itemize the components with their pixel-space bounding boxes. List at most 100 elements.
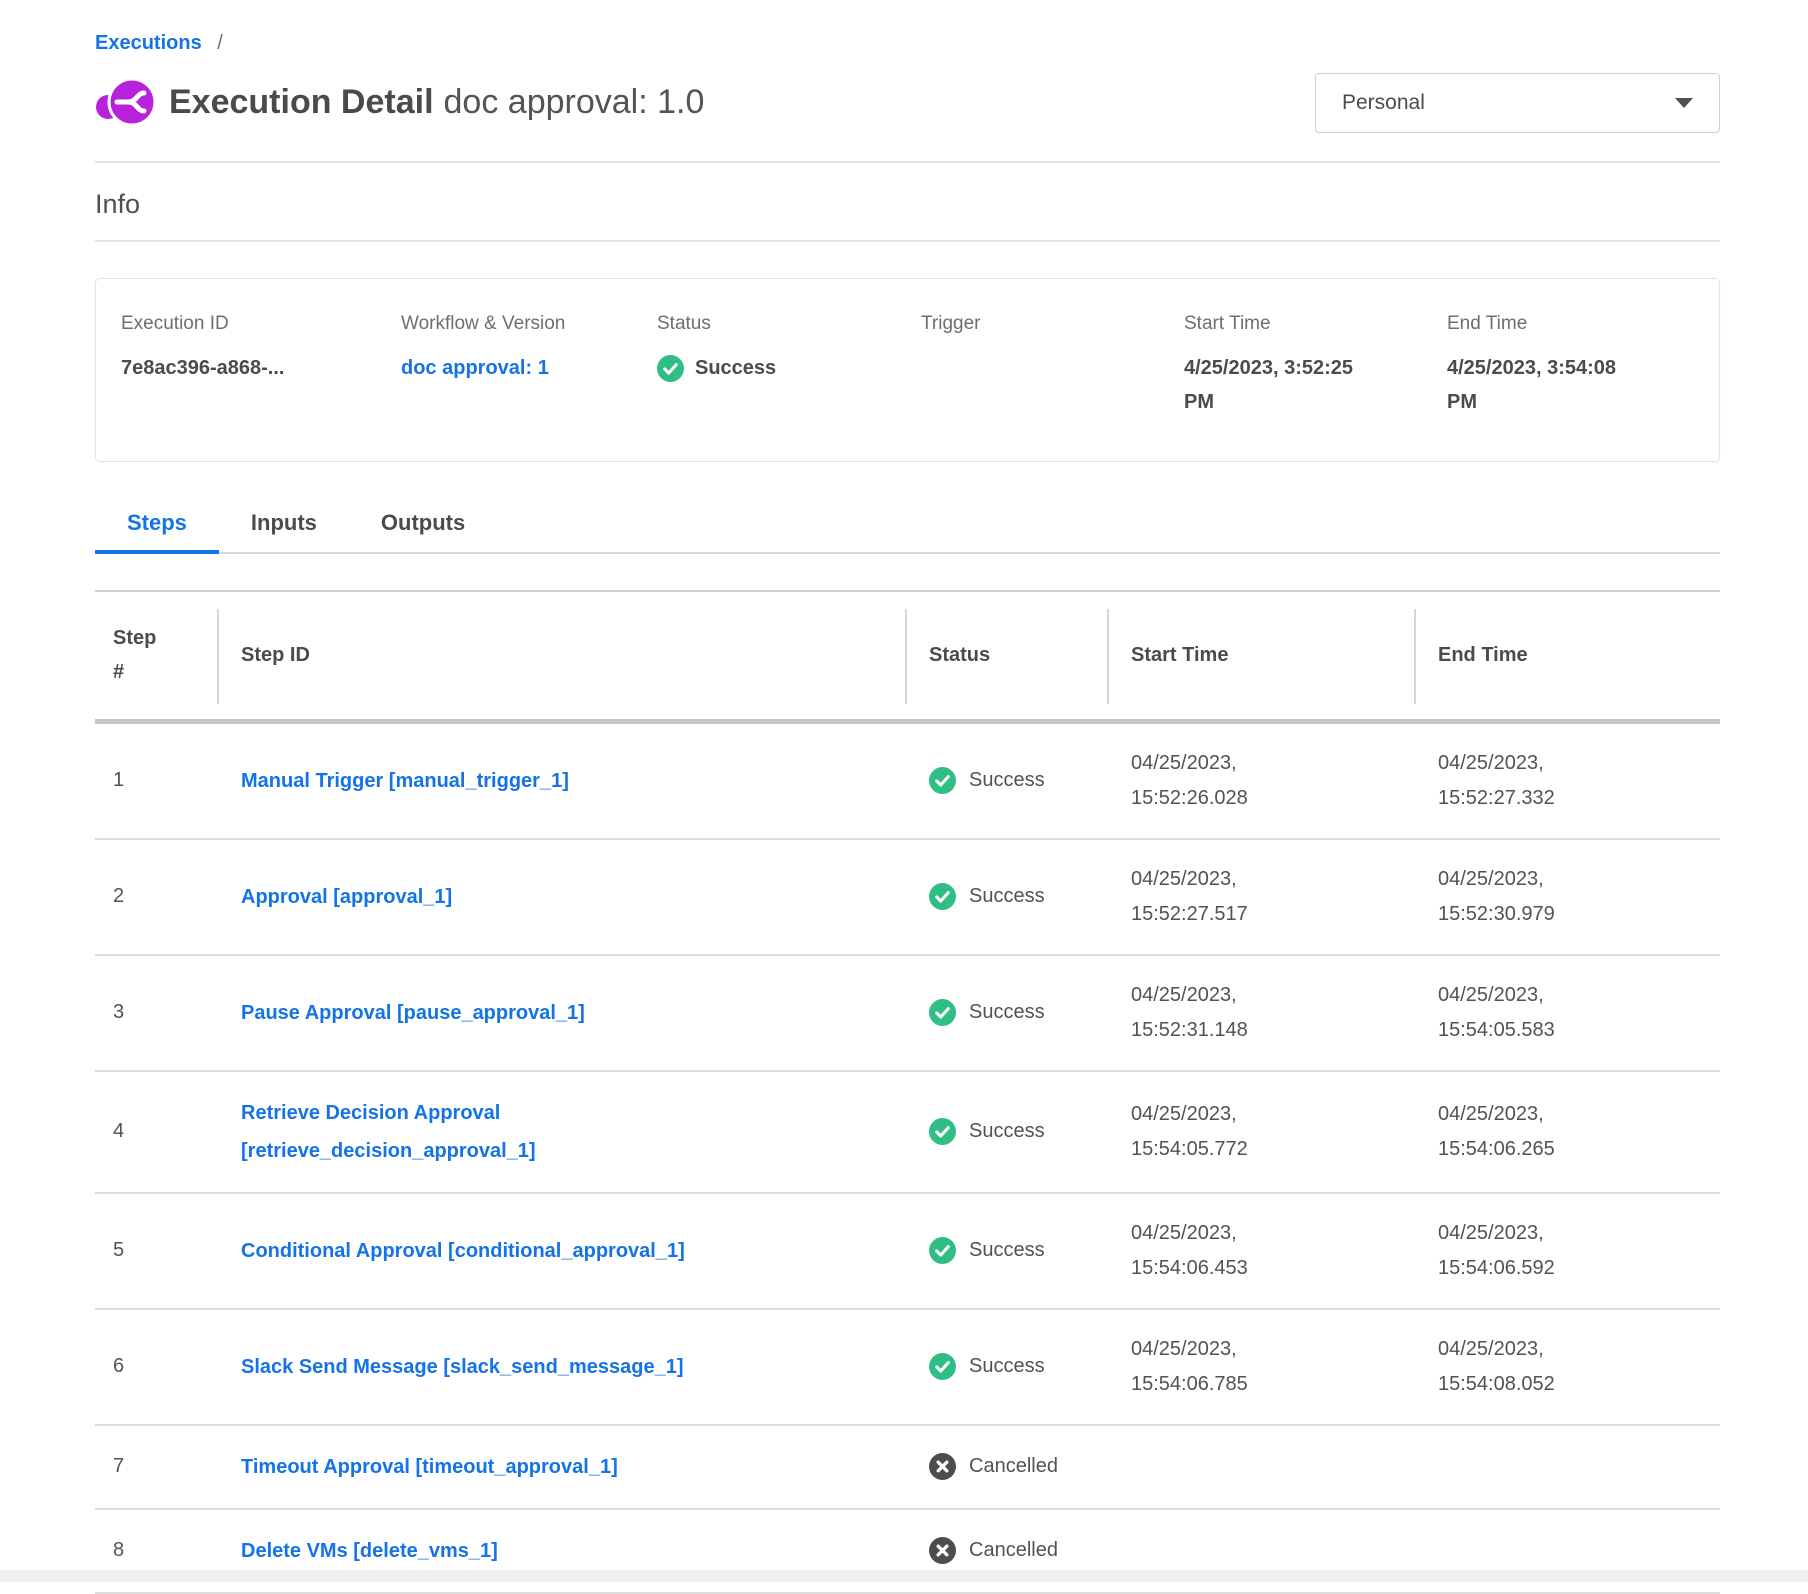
info-field-start-time: Start Time 4/25/2023, 3:52:25 PM [1184, 313, 1447, 419]
field-label: End Time [1447, 313, 1719, 335]
executions-breadcrumb-link[interactable]: Executions [95, 32, 202, 54]
workflow-version-link[interactable]: doc approval: 1 [401, 357, 549, 379]
end-time-cell: 04/25/2023, 15:52:27.332 [1414, 721, 1720, 839]
cancelled-icon [929, 1453, 956, 1480]
step-id-link[interactable]: Timeout Approval [timeout_approval_1] [241, 1448, 618, 1486]
info-field-status: Status Success [657, 313, 921, 419]
status-badge: Success [969, 1114, 1045, 1149]
tab-inputs[interactable]: Inputs [219, 510, 349, 552]
page-subtitle: doc approval: 1.0 [444, 83, 705, 121]
table-row: 7 Timeout Approval [timeout_approval_1] … [95, 1425, 1720, 1509]
page-title: Execution Detail [169, 83, 434, 121]
step-id-link[interactable]: Pause Approval [pause_approval_1] [241, 994, 585, 1032]
status-badge: Success [969, 995, 1045, 1030]
execution-detail-page: Executions / Execution Detail doc approva… [0, 0, 1808, 1594]
table-header-row: Step # Step ID Status Start Time End Tim… [95, 591, 1720, 721]
status-badge: Success [969, 879, 1045, 914]
step-number-cell: 2 [95, 839, 217, 955]
scope-dropdown-value: Personal [1342, 91, 1425, 115]
start-time-cell: 04/25/2023, 15:52:31.148 [1107, 955, 1414, 1071]
execution-id-value: 7e8ac396-a868-... [121, 351, 401, 385]
column-header-end-time: End Time [1414, 591, 1720, 721]
status-badge: Success [969, 1349, 1045, 1384]
step-id-link[interactable]: Retrieve Decision Approval [retrieve_dec… [241, 1094, 781, 1170]
end-time-cell: 04/25/2023, 15:54:08.052 [1414, 1309, 1720, 1425]
step-id-cell: Timeout Approval [timeout_approval_1] [217, 1425, 905, 1509]
step-id-link[interactable]: Conditional Approval [conditional_approv… [241, 1232, 685, 1270]
step-id-cell: Retrieve Decision Approval [retrieve_dec… [217, 1071, 905, 1193]
start-time-value: 4/25/2023, 3:52:25 PM [1184, 351, 1374, 419]
scope-dropdown[interactable]: Personal [1315, 73, 1720, 133]
step-id-link[interactable]: Approval [approval_1] [241, 878, 452, 916]
info-field-trigger: Trigger [921, 313, 1184, 419]
status-cell: Success [905, 1071, 1107, 1193]
table-row: 5 Conditional Approval [conditional_appr… [95, 1193, 1720, 1309]
end-time-cell: 04/25/2023, 15:54:05.583 [1414, 955, 1720, 1071]
status-cell: Success [905, 1193, 1107, 1309]
info-field-execution-id: Execution ID 7e8ac396-a868-... [121, 313, 401, 419]
success-icon [929, 1118, 956, 1145]
breadcrumb-separator: / [217, 32, 223, 54]
info-section-heading: Info [95, 189, 1720, 220]
status-badge: Success [969, 1233, 1045, 1268]
step-number-cell: 1 [95, 721, 217, 839]
status-cell: Success [905, 1309, 1107, 1425]
start-time-cell: 04/25/2023, 15:54:05.772 [1107, 1071, 1414, 1193]
start-time-cell: 04/25/2023, 15:52:27.517 [1107, 839, 1414, 955]
cancelled-icon [929, 1537, 956, 1564]
end-time-value: 4/25/2023, 3:54:08 PM [1447, 351, 1637, 419]
table-row: 4 Retrieve Decision Approval [retrieve_d… [95, 1071, 1720, 1193]
step-id-cell: Conditional Approval [conditional_approv… [217, 1193, 905, 1309]
step-id-link[interactable]: Manual Trigger [manual_trigger_1] [241, 762, 569, 800]
column-header-status: Status [905, 591, 1107, 721]
status-cell: Success [905, 721, 1107, 839]
success-icon [929, 1237, 956, 1264]
status-badge: Cancelled [969, 1449, 1058, 1484]
step-number-cell: 7 [95, 1425, 217, 1509]
table-row: 6 Slack Send Message [slack_send_message… [95, 1309, 1720, 1425]
step-id-link[interactable]: Slack Send Message [slack_send_message_1… [241, 1348, 683, 1386]
tab-steps[interactable]: Steps [95, 510, 219, 552]
status-cell: Success [905, 839, 1107, 955]
steps-table: Step # Step ID Status Start Time End Tim… [95, 590, 1720, 1594]
info-card: Execution ID 7e8ac396-a868-... Workflow … [95, 278, 1720, 462]
field-label: Workflow & Version [401, 313, 657, 335]
info-field-workflow-version: Workflow & Version doc approval: 1 [401, 313, 657, 419]
status-cell: Cancelled [905, 1425, 1107, 1509]
column-header-step-id: Step ID [217, 591, 905, 721]
step-id-cell: Pause Approval [pause_approval_1] [217, 955, 905, 1071]
info-divider [95, 240, 1720, 242]
tab-bar: Steps Inputs Outputs [95, 510, 1720, 554]
field-label: Status [657, 313, 921, 335]
step-number-cell: 5 [95, 1193, 217, 1309]
end-time-cell [1414, 1425, 1720, 1509]
breadcrumb: Executions / [95, 0, 1720, 55]
tab-outputs[interactable]: Outputs [349, 510, 497, 552]
title-row: Execution Detail doc approval: 1.0 Person… [95, 71, 1720, 135]
step-id-cell: Approval [approval_1] [217, 839, 905, 955]
field-label: Start Time [1184, 313, 1447, 335]
step-number-cell: 4 [95, 1071, 217, 1193]
success-icon [929, 767, 956, 794]
info-field-end-time: End Time 4/25/2023, 3:54:08 PM [1447, 313, 1719, 419]
start-time-cell: 04/25/2023, 15:54:06.785 [1107, 1309, 1414, 1425]
field-label: Trigger [921, 313, 1184, 335]
success-icon [929, 1353, 956, 1380]
table-row: 3 Pause Approval [pause_approval_1] Succ… [95, 955, 1720, 1071]
page-bottom-strip [0, 1570, 1808, 1582]
column-header-step-number: Step # [95, 591, 217, 721]
status-cell: Success [905, 955, 1107, 1071]
header-divider [95, 161, 1720, 163]
end-time-cell: 04/25/2023, 15:52:30.979 [1414, 839, 1720, 955]
success-icon [929, 883, 956, 910]
steps-table-body: 1 Manual Trigger [manual_trigger_1] Succ… [95, 721, 1720, 1593]
step-id-link[interactable]: Delete VMs [delete_vms_1] [241, 1532, 498, 1570]
start-time-cell: 04/25/2023, 15:52:26.028 [1107, 721, 1414, 839]
end-time-cell: 04/25/2023, 15:54:06.592 [1414, 1193, 1720, 1309]
workflow-icon [95, 77, 157, 129]
step-number-cell: 3 [95, 955, 217, 1071]
step-id-cell: Slack Send Message [slack_send_message_1… [217, 1309, 905, 1425]
success-icon [657, 355, 684, 382]
table-row: 1 Manual Trigger [manual_trigger_1] Succ… [95, 721, 1720, 839]
start-time-cell [1107, 1425, 1414, 1509]
